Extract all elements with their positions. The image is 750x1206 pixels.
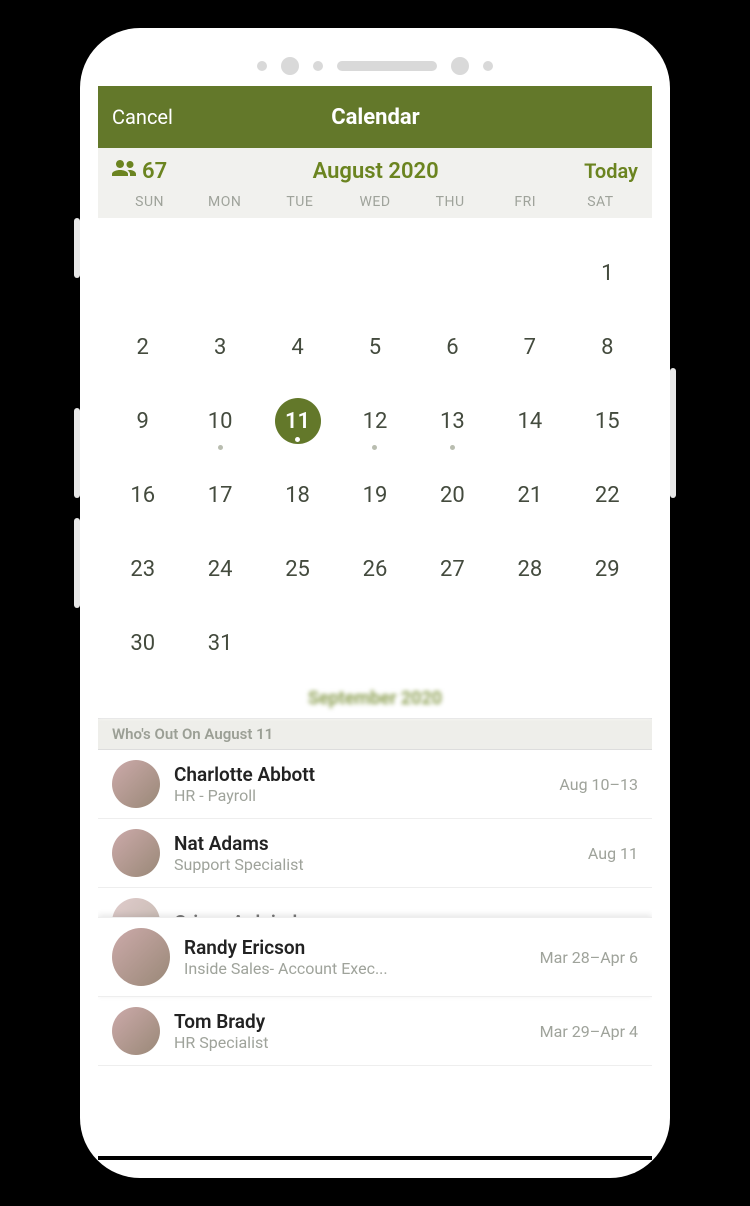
calendar-day[interactable]: 27 (414, 542, 491, 596)
page-title: Calendar (331, 105, 419, 130)
phone-side-button (74, 218, 80, 278)
whos-out-header: Who's Out On August 11 (98, 718, 652, 750)
person-name: Randy Ericson (184, 936, 526, 959)
person-row[interactable]: Nat AdamsSupport Specialist Aug 11 (98, 819, 652, 888)
calendar-day[interactable]: 26 (336, 542, 413, 596)
person-date-range: Aug 11 (588, 844, 638, 863)
avatar (112, 829, 160, 877)
person-info: Tom BradyHR Specialist (174, 1010, 526, 1052)
calendar-day[interactable]: 12 (336, 394, 413, 448)
calendar-day[interactable]: 21 (491, 468, 568, 522)
calendar-day (336, 616, 413, 670)
calendar-day[interactable]: 20 (414, 468, 491, 522)
day-name: FRI (488, 194, 563, 210)
person-info: Nat AdamsSupport Specialist (174, 832, 574, 874)
calendar-day[interactable]: 1 (569, 246, 646, 300)
calendar-day (104, 246, 181, 300)
calendar-day (491, 616, 568, 670)
calendar-day[interactable]: 9 (104, 394, 181, 448)
day-name: SUN (112, 194, 187, 210)
calendar-day[interactable]: 5 (336, 320, 413, 374)
calendar-day[interactable]: 4 (259, 320, 336, 374)
calendar-day[interactable]: 30 (104, 616, 181, 670)
phone-frame: Cancel Calendar 67 August 2020 Today SUN… (80, 28, 670, 1178)
app-screen: Cancel Calendar 67 August 2020 Today SUN… (98, 86, 652, 1160)
calendar-day (181, 246, 258, 300)
person-role: Inside Sales- Account Exec... (184, 959, 526, 978)
calendar-grid: 1234567891011121314151617181920212223242… (98, 218, 652, 688)
person-role: Support Specialist (174, 855, 574, 874)
person-role: HR - Payroll (174, 786, 545, 805)
person-name: Nat Adams (174, 832, 574, 855)
calendar-day (569, 616, 646, 670)
person-info: Charlotte AbbottHR - Payroll (174, 763, 545, 805)
person-date-range: Mar 28–Apr 6 (540, 948, 638, 967)
calendar-day[interactable]: 8 (569, 320, 646, 374)
calendar-day[interactable]: 13 (414, 394, 491, 448)
people-count-number: 67 (142, 159, 167, 184)
calendar-day[interactable]: 31 (181, 616, 258, 670)
whos-out-list[interactable]: Charlotte AbbottHR - Payroll Aug 10–13 Nat… (98, 750, 652, 1066)
day-names-row: SUNMONTUEWEDTHUFRISAT (112, 184, 638, 218)
phone-side-button (670, 368, 676, 498)
calendar-day[interactable]: 14 (491, 394, 568, 448)
calendar-day[interactable]: 23 (104, 542, 181, 596)
calendar-day[interactable]: 19 (336, 468, 413, 522)
calendar-day[interactable]: 25 (259, 542, 336, 596)
avatar (112, 928, 170, 986)
today-button[interactable]: Today (584, 159, 638, 183)
calendar-day[interactable]: 15 (569, 394, 646, 448)
person-date-range: Aug 10–13 (559, 775, 638, 794)
calendar-day (414, 616, 491, 670)
person-name: Tom Brady (174, 1010, 526, 1033)
calendar-day[interactable]: 16 (104, 468, 181, 522)
calendar-day[interactable]: 10 (181, 394, 258, 448)
next-month-peek: September 2020 (98, 688, 652, 718)
calendar-day[interactable]: 28 (491, 542, 568, 596)
person-row[interactable]: Randy EricsonInside Sales- Account Exec.… (98, 917, 652, 997)
calendar-day[interactable]: 22 (569, 468, 646, 522)
day-name: TUE (262, 194, 337, 210)
calendar-day[interactable]: 11 (259, 394, 336, 448)
phone-top-hardware (98, 46, 652, 86)
phone-side-button (74, 518, 80, 608)
calendar-day[interactable]: 3 (181, 320, 258, 374)
day-name: WED (337, 194, 412, 210)
month-label[interactable]: August 2020 (313, 159, 439, 184)
calendar-day[interactable]: 29 (569, 542, 646, 596)
calendar-subheader: 67 August 2020 Today SUNMONTUEWEDTHUFRIS… (98, 148, 652, 218)
cancel-button[interactable]: Cancel (112, 105, 173, 129)
calendar-day (336, 246, 413, 300)
calendar-day (259, 246, 336, 300)
calendar-day (491, 246, 568, 300)
person-name: Charlotte Abbott (174, 763, 545, 786)
calendar-day (259, 616, 336, 670)
calendar-day[interactable]: 17 (181, 468, 258, 522)
day-name: MON (187, 194, 262, 210)
calendar-day (414, 246, 491, 300)
app-header: Cancel Calendar (98, 86, 652, 148)
person-info: Randy EricsonInside Sales- Account Exec.… (184, 936, 526, 978)
calendar-day[interactable]: 24 (181, 542, 258, 596)
person-row[interactable]: Charlotte AbbottHR - Payroll Aug 10–13 (98, 750, 652, 819)
people-count[interactable]: 67 (112, 158, 167, 184)
person-row[interactable]: Tom BradyHR Specialist Mar 29–Apr 4 (98, 997, 652, 1066)
day-name: SAT (563, 194, 638, 210)
people-icon (112, 158, 136, 184)
calendar-day[interactable]: 2 (104, 320, 181, 374)
person-role: HR Specialist (174, 1033, 526, 1052)
day-name: THU (413, 194, 488, 210)
calendar-day[interactable]: 6 (414, 320, 491, 374)
phone-side-button (74, 408, 80, 498)
calendar-day[interactable]: 7 (491, 320, 568, 374)
person-date-range: Mar 29–Apr 4 (540, 1022, 638, 1041)
calendar-day[interactable]: 18 (259, 468, 336, 522)
avatar (112, 1007, 160, 1055)
avatar (112, 760, 160, 808)
